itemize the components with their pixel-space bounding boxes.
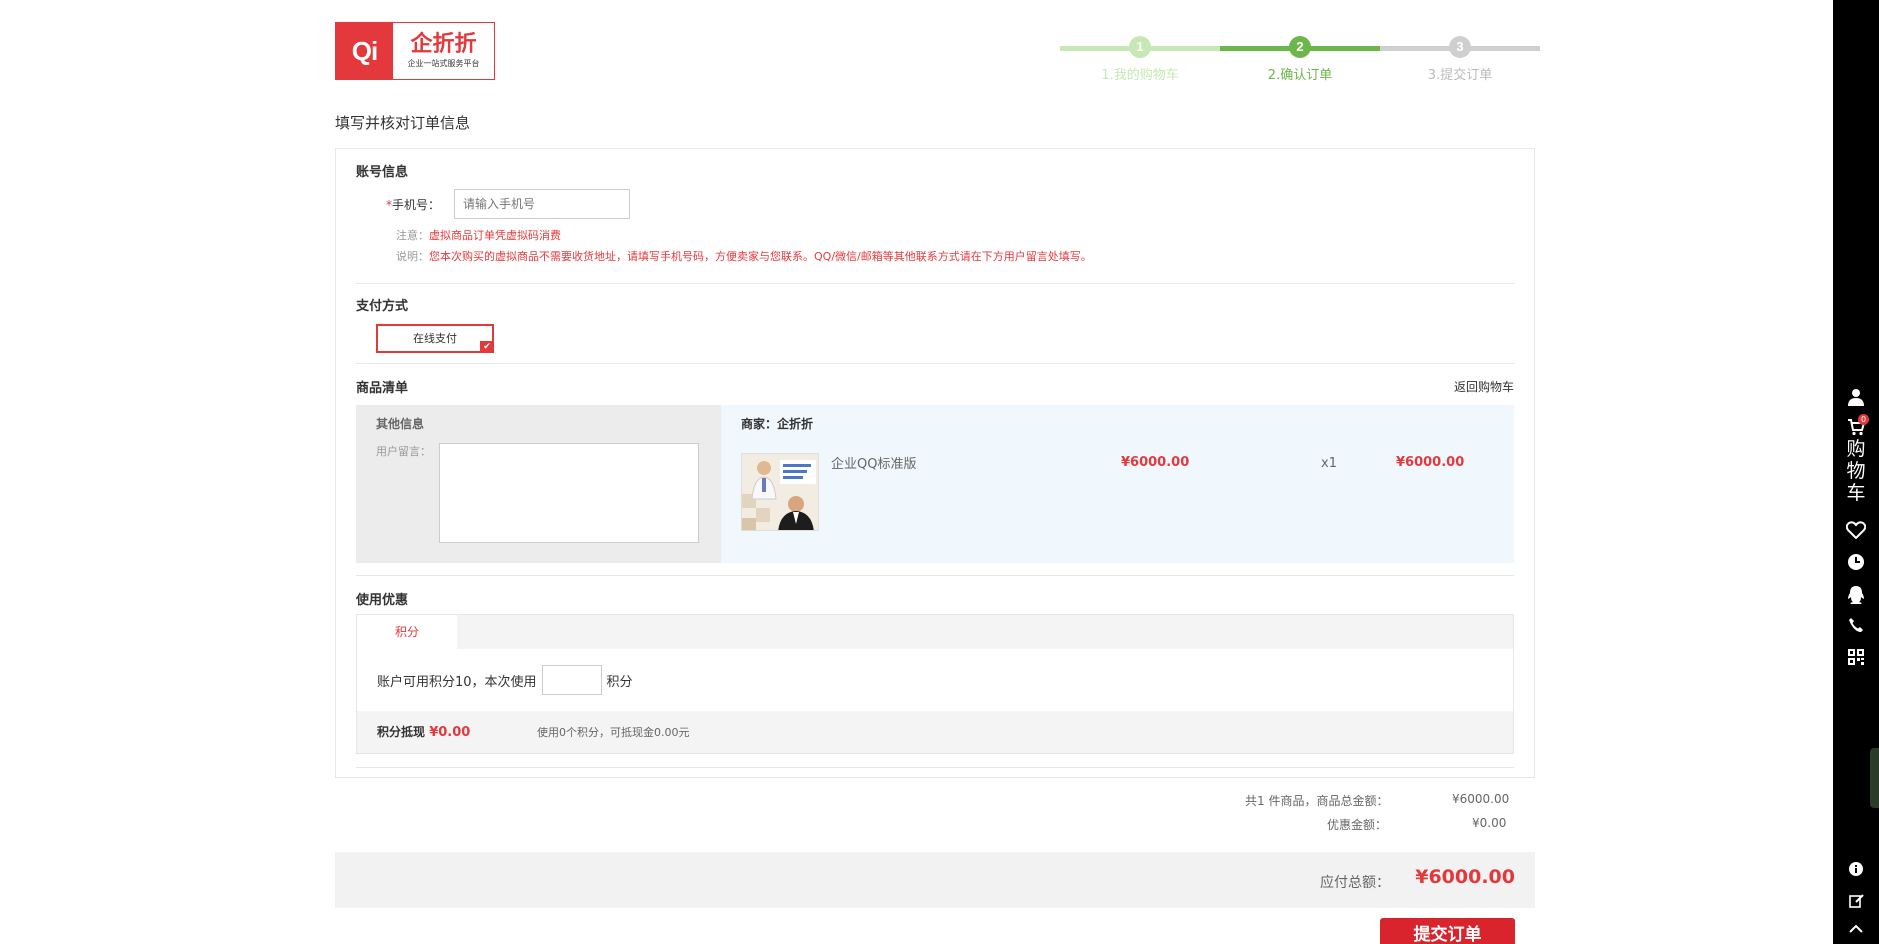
logo-name: 企折折 (410, 32, 477, 57)
cart-button[interactable]: 0 购 物 车 (1833, 414, 1879, 504)
notice-label: 注意： (396, 229, 429, 242)
step-label: 1.我的购物车 (1101, 68, 1179, 83)
cart-label-3: 车 (1846, 482, 1866, 504)
cart-icon-wrap: 0 (1833, 414, 1879, 438)
chevron-up-icon[interactable] (1833, 924, 1879, 934)
qq-icon[interactable] (1833, 585, 1879, 605)
points-input[interactable] (541, 665, 602, 695)
user-message-input[interactable] (439, 443, 699, 543)
product-image (742, 454, 818, 530)
logo-text: 企折折 企业一站式服务平台 (393, 23, 494, 79)
goods-section-title: 商品清单 (356, 381, 409, 396)
quantity: x1 (1321, 456, 1337, 471)
payment-option-label: 在线支付 (413, 332, 457, 345)
discount-amount-value: ¥0.00 (1472, 816, 1507, 830)
check-icon: ✔ (480, 341, 494, 353)
merchant-name: 商家：企折折 (741, 417, 814, 431)
discount-amount-label: 优惠金额： (1327, 818, 1388, 832)
cart-label-2: 物 (1846, 460, 1866, 482)
points-available-text: 账户可用积分10，本次使用 (377, 674, 537, 690)
deduction-label: 积分抵现 (377, 725, 426, 739)
logo-mark: Qi (336, 23, 393, 79)
submit-order-button[interactable]: 提交订单 (1380, 918, 1515, 944)
payment-section-title: 支付方式 (356, 299, 409, 314)
phone-input[interactable] (454, 189, 630, 219)
description-label: 说明： (396, 250, 429, 263)
goods-total-label: 共1 件商品，商品总金额： (1245, 794, 1389, 808)
phone-label-text: 手机号： (392, 198, 441, 212)
divider (356, 575, 1514, 576)
logo-slogan: 企业一站式服务平台 (407, 59, 480, 68)
discount-tabs: 积分 (357, 615, 1513, 649)
info-icon[interactable] (1833, 862, 1879, 876)
other-info-panel: 其他信息 用户留言： (356, 405, 721, 563)
step-number: 2 (1289, 36, 1311, 58)
deduction-note: 使用0个积分，可抵现金0.00元 (537, 726, 690, 739)
divider (356, 767, 1514, 768)
user-icon[interactable] (1833, 388, 1879, 406)
unit-price: ¥6000.00 (1121, 455, 1190, 470)
step-confirm: 2 2.确认订单 (1220, 36, 1380, 83)
discount-box: 积分 账户可用积分10，本次使用 积分 积分抵现 ¥0.00 使用0个积分，可抵… (356, 614, 1514, 754)
page: Qi 企折折 企业一站式服务平台 1 1.我的购物车 2 2.确认订单 3 3.… (0, 0, 1879, 944)
qrcode-icon[interactable] (1833, 649, 1879, 665)
step-cart: 1 1.我的购物车 (1060, 36, 1220, 83)
phone-icon[interactable] (1833, 617, 1879, 633)
step-number: 1 (1129, 36, 1151, 58)
account-section-title: 账号信息 (356, 165, 409, 180)
subtotal-price: ¥6000.00 (1396, 455, 1465, 470)
total-label: 应付总额： (1320, 875, 1390, 891)
description-line: 说明：您本次购买的虚拟商品不需要收货地址，请填写手机号码，方便卖家与您联系。QQ… (396, 248, 1092, 264)
edit-icon[interactable] (1833, 893, 1879, 908)
points-deduction: 积分抵现 ¥0.00 (377, 723, 470, 740)
step-submit: 3 3.提交订单 (1380, 36, 1540, 83)
clock-icon[interactable] (1833, 553, 1879, 571)
total-bar: 应付总额： ¥6000.00 (335, 852, 1535, 908)
step-label: 3.提交订单 (1427, 68, 1493, 83)
notice-line: 注意：虚拟商品订单凭虚拟码消费 (396, 227, 561, 243)
product-panel: 商家：企折折 企业QQ标准版 ¥6000.00 x1 ¥6000.00 (721, 405, 1514, 563)
total-value: ¥6000.00 (1415, 866, 1515, 888)
step-label: 2.确认订单 (1267, 68, 1333, 83)
cart-badge: 0 (1858, 414, 1869, 425)
description-text: 您本次购买的虚拟商品不需要收货地址，请填写手机号码，方便卖家与您联系。QQ/微信… (429, 250, 1092, 263)
points-unit: 积分 (606, 674, 633, 690)
tab-points[interactable]: 积分 (357, 615, 457, 649)
discount-section-title: 使用优惠 (356, 593, 409, 608)
step-number: 3 (1449, 36, 1471, 58)
product-name[interactable]: 企业QQ标准版 (831, 453, 916, 472)
site-logo[interactable]: Qi 企折折 企业一站式服务平台 (335, 22, 495, 80)
deduction-value: ¥0.00 (429, 725, 471, 740)
back-to-cart-link[interactable]: 返回购物车 (1454, 378, 1514, 395)
points-deduction-bar: 积分抵现 ¥0.00 使用0个积分，可抵现金0.00元 (357, 711, 1513, 753)
page-title: 填写并核对订单信息 (335, 114, 471, 132)
order-form: 账号信息 *手机号： 注意：虚拟商品订单凭虚拟码消费 说明：您本次购买的虚拟商品… (335, 148, 1535, 778)
phone-label: *手机号： (386, 196, 440, 213)
product-thumbnail[interactable] (741, 453, 819, 531)
divider (356, 283, 1514, 284)
online-payment-option[interactable]: 在线支付 ✔ (376, 324, 494, 353)
message-label: 用户留言： (376, 445, 431, 458)
order-progress-steps: 1 1.我的购物车 2 2.确认订单 3 3.提交订单 (1060, 36, 1540, 86)
notice-text: 虚拟商品订单凭虚拟码消费 (429, 229, 561, 242)
heart-icon[interactable] (1833, 521, 1879, 539)
other-info-title: 其他信息 (376, 417, 425, 431)
goods-total-value: ¥6000.00 (1452, 792, 1510, 806)
side-panel-handle[interactable] (1870, 748, 1879, 808)
points-usage-row: 账户可用积分10，本次使用 积分 (377, 665, 633, 695)
cart-label-1: 购 (1846, 438, 1866, 460)
divider (356, 363, 1514, 364)
